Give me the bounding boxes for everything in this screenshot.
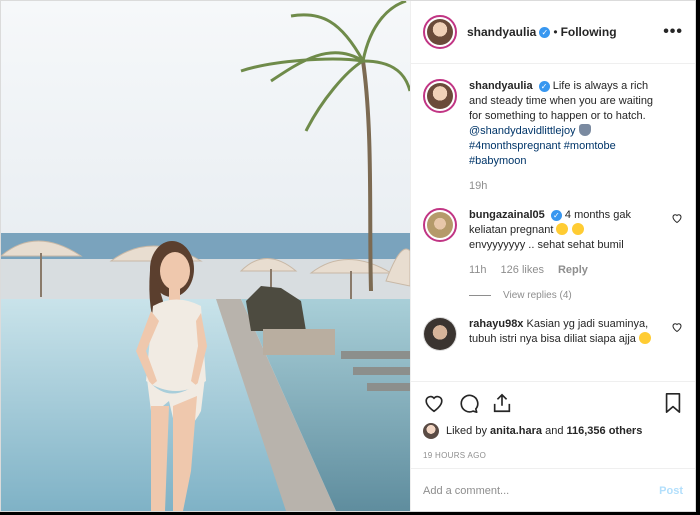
reply-button[interactable]: Reply: [558, 263, 588, 278]
like-heart-icon[interactable]: [423, 392, 445, 414]
comment-username[interactable]: bungazainal05: [469, 209, 545, 221]
post-dialog: shandyaulia ✓ • Following ••• shandyauli…: [0, 0, 696, 512]
likes-count[interactable]: 116,356 others: [567, 425, 643, 437]
liked-by-and: and: [545, 425, 564, 437]
add-comment-input[interactable]: [423, 484, 660, 497]
verified-badge-icon: ✓: [550, 209, 562, 221]
view-replies-label: View replies (4): [503, 290, 572, 301]
comment-composer: Post: [411, 468, 695, 512]
comment-item: rahayu98x Kasian yg jadi suaminya, tubuh…: [423, 317, 683, 351]
police-officer-emoji-icon: [578, 124, 591, 136]
author-avatar[interactable]: [423, 15, 457, 49]
grimacing-emoji-icon: [639, 332, 651, 344]
bookmark-icon[interactable]: [663, 392, 683, 414]
caption-avatar[interactable]: [423, 79, 457, 113]
separator-dot: •: [553, 25, 558, 39]
grimacing-emoji-icon: [556, 223, 569, 235]
liked-by-prefix: Liked by: [446, 425, 487, 437]
commenter-avatar[interactable]: [423, 208, 457, 242]
comment-time[interactable]: 11h: [469, 263, 487, 278]
comment-likes[interactable]: 126 likes: [501, 263, 544, 278]
comments-list[interactable]: shandyaulia ✓ Life is always a rich and …: [411, 65, 695, 381]
grimacing-emoji-icon: [571, 223, 584, 235]
caption: shandyaulia ✓ Life is always a rich and …: [423, 79, 683, 194]
verified-badge-icon: ✓: [538, 80, 550, 92]
like-comment-heart-icon[interactable]: [671, 321, 683, 333]
comment-item: bungazainal05 ✓ 4 months gak keliatan pr…: [423, 208, 683, 303]
caption-hashtags[interactable]: #4monthspregnant #momtobe #babymoon: [469, 140, 616, 167]
caption-time[interactable]: 19h: [469, 179, 487, 194]
post-comment-button[interactable]: Post: [659, 485, 683, 497]
like-comment-heart-icon[interactable]: [671, 212, 683, 224]
post-actions: Liked by anita.hara and 116,356 others 1…: [411, 381, 695, 460]
replies-divider: [469, 295, 491, 296]
liker-username[interactable]: anita.hara: [490, 425, 542, 437]
caption-mention[interactable]: @shandydavidlittlejoy: [469, 125, 576, 137]
liker-avatar[interactable]: [423, 423, 439, 439]
share-icon[interactable]: [491, 392, 513, 414]
beach-pool-photo: [1, 1, 410, 511]
caption-username[interactable]: shandyaulia: [469, 80, 533, 92]
post-timestamp[interactable]: 19 HOURS AGO: [423, 451, 683, 460]
commenter-avatar[interactable]: [423, 317, 457, 351]
more-options-icon[interactable]: •••: [663, 23, 683, 41]
view-replies-button[interactable]: View replies (4): [469, 288, 665, 303]
comment-bubble-icon[interactable]: [457, 392, 479, 414]
verified-badge-icon: ✓: [539, 26, 551, 38]
comment-username[interactable]: rahayu98x: [469, 318, 523, 330]
post-photo[interactable]: [1, 1, 410, 511]
following-button[interactable]: Following: [561, 25, 617, 39]
likes-summary: Liked by anita.hara and 116,356 others: [423, 423, 683, 439]
post-header: shandyaulia ✓ • Following •••: [411, 1, 695, 64]
comment-text-continued: envyyyyyyy .. sehat sehat bumil: [469, 239, 624, 251]
author-username[interactable]: shandyaulia: [467, 25, 536, 39]
post-side-panel: shandyaulia ✓ • Following ••• shandyauli…: [410, 1, 695, 511]
